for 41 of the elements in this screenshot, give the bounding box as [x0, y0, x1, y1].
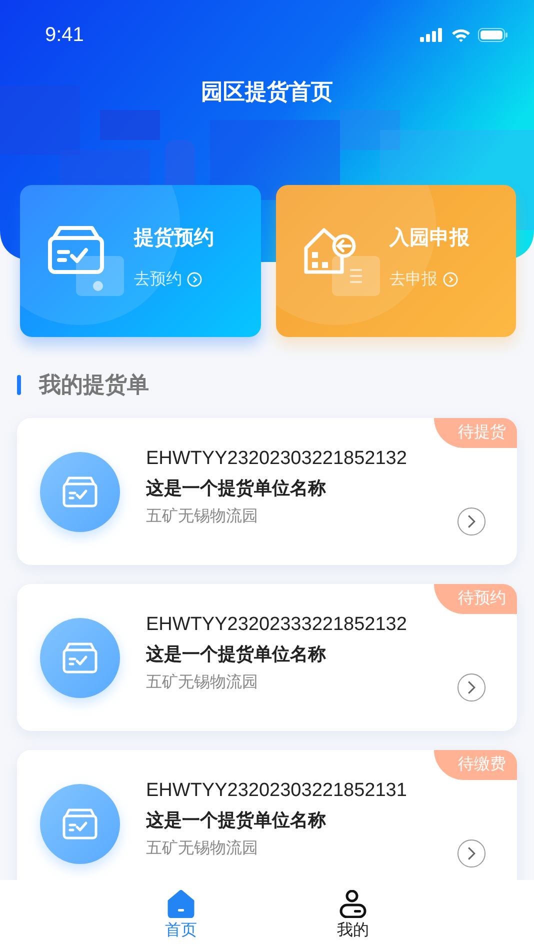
order-card[interactable]: 待缴费 EHWTYY23202303221852131 这是一个提货单位名称 五矿无锡物流园	[17, 750, 517, 880]
park-name: 五矿无锡物流园	[146, 672, 259, 693]
house-arrow-icon	[302, 226, 382, 296]
chevron-right-icon[interactable]	[457, 507, 486, 536]
chevron-right-icon[interactable]	[457, 673, 486, 702]
order-card[interactable]: 待预约 EHWTYY23202333221852132 这是一个提货单位名称 五矿无锡物流园	[17, 584, 517, 731]
park-name: 五矿无锡物流园	[146, 838, 259, 859]
tab[interactable]: 我的	[337, 890, 369, 950]
box-check-icon	[40, 784, 120, 864]
person-icon	[339, 890, 367, 918]
chevron-right-icon[interactable]	[457, 839, 486, 868]
status-badge: 待预约	[434, 584, 517, 614]
chevron-circle-icon	[442, 272, 458, 287]
wifi-icon	[451, 28, 471, 42]
company-name: 这是一个提货单位名称	[146, 809, 327, 832]
box-check-icon	[40, 618, 120, 698]
action-card[interactable]: 提货预约 去预约	[20, 185, 260, 337]
company-name: 这是一个提货单位名称	[146, 477, 327, 500]
order-number: EHWTYY23202303221852131	[146, 780, 407, 802]
status-badge: 待缴费	[434, 750, 517, 780]
status-badge: 待提货	[434, 418, 517, 448]
status-time: 9:41	[45, 24, 84, 46]
action-title: 提货预约	[134, 224, 214, 251]
section-title: 我的提货单	[39, 372, 149, 400]
chevron-circle-icon	[187, 272, 202, 287]
page-title: 园区提货首页	[200, 79, 334, 107]
company-name: 这是一个提货单位名称	[146, 643, 327, 666]
signal-icon	[420, 28, 444, 42]
battery-icon	[478, 28, 508, 42]
tab[interactable]: 首页	[165, 890, 197, 950]
action-card[interactable]: 入园申报 去申报	[276, 185, 516, 337]
order-number: EHWTYY23202333221852132	[146, 614, 407, 636]
action-title: 入园申报	[390, 224, 470, 251]
section-marker	[17, 375, 21, 395]
home-icon	[167, 890, 195, 918]
order-number: EHWTYY23202303221852132	[146, 448, 407, 470]
action-link[interactable]: 去预约	[134, 269, 182, 290]
box-check-icon	[46, 226, 126, 296]
park-name: 五矿无锡物流园	[146, 506, 259, 527]
box-check-icon	[40, 452, 120, 532]
order-card[interactable]: 待提货 EHWTYY23202303221852132 这是一个提货单位名称 五矿无锡物流园	[17, 418, 517, 565]
